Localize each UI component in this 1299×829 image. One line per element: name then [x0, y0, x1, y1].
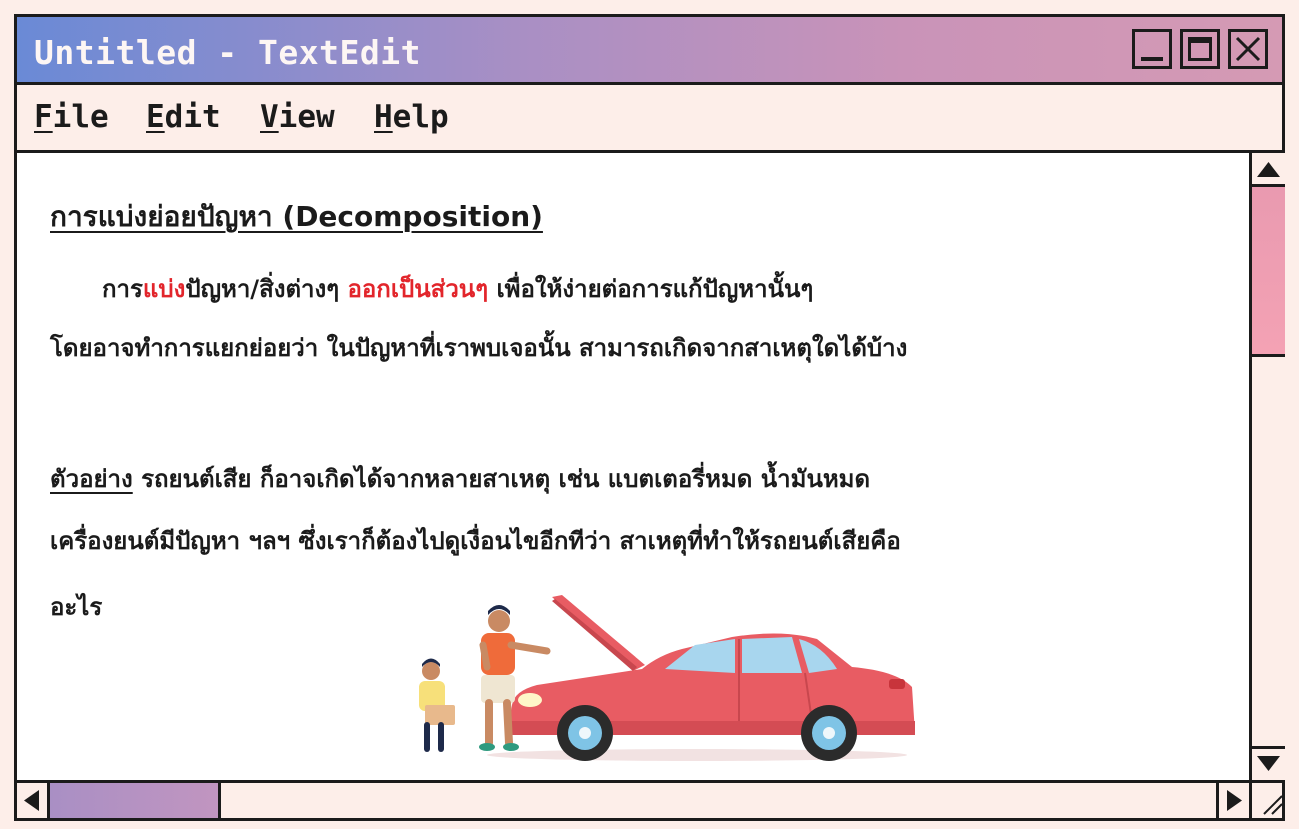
menu-view[interactable]: View — [260, 99, 335, 135]
highlight-into-parts: ออกเป็นส่วนๆ — [347, 275, 489, 303]
close-button[interactable] — [1228, 29, 1268, 69]
scroll-up-button[interactable] — [1252, 153, 1285, 187]
horizontal-scroll-thumb[interactable] — [50, 783, 221, 818]
scroll-left-button[interactable] — [17, 783, 50, 818]
text-segment: การ — [102, 275, 143, 303]
menu-help[interactable]: Help — [374, 99, 449, 135]
paragraph-line-4: เครื่องยนต์มีปัญหา ฯลฯ ซึ่งเราก็ต้องไปดู… — [50, 527, 901, 555]
paragraph-line-5: อะไร — [50, 593, 103, 621]
resize-grip-icon — [1263, 795, 1283, 815]
menu-help-label: elp — [392, 99, 449, 135]
vertical-scroll-thumb[interactable] — [1252, 187, 1285, 357]
text-segment: เพื่อให้ง่ายต่อการแก้ปัญหานั้นๆ — [488, 275, 814, 303]
paragraph-line-1: การแบ่งปัญหา/สิ่งต่างๆ ออกเป็นส่วนๆ เพื่… — [102, 269, 813, 308]
menu-view-label: iew — [278, 99, 335, 135]
maximize-button[interactable] — [1180, 29, 1220, 69]
paragraph-line-2: โดยอาจทำการแยกย่อยว่า ในปัญหาที่เราพบเจอ… — [50, 334, 908, 362]
menu-edit-label: dit — [164, 99, 221, 135]
arrow-down-icon — [1257, 756, 1280, 771]
window-title: Untitled - TextEdit — [34, 33, 421, 72]
menu-file-accelerator: F — [34, 99, 53, 135]
example-label: ตัวอย่าง — [50, 465, 133, 493]
title-bar[interactable]: Untitled - TextEdit — [17, 17, 1282, 85]
menu-view-accelerator: V — [260, 99, 279, 135]
menu-file[interactable]: File — [34, 99, 109, 135]
highlight-divide: แบ่ง — [142, 275, 186, 303]
menu-bar: File Edit View Help — [17, 85, 1282, 153]
text-segment: ปัญหา/สิ่งต่างๆ — [185, 275, 348, 303]
text-segment: รถยนต์เสีย ก็อาจเกิดได้จากหลายสาเหตุ เช่… — [132, 465, 871, 493]
menu-edit-accelerator: E — [146, 99, 165, 135]
scroll-down-button[interactable] — [1252, 746, 1285, 780]
car-repair-illustration — [419, 595, 915, 761]
arrow-left-icon — [24, 790, 39, 811]
vertical-scrollbar[interactable] — [1249, 153, 1285, 780]
resize-grip[interactable] — [1249, 780, 1285, 818]
minimize-button[interactable] — [1132, 29, 1172, 69]
menu-help-accelerator: H — [374, 99, 393, 135]
paragraph-line-3: ตัวอย่าง รถยนต์เสีย ก็อาจเกิดได้จากหลายส… — [50, 459, 870, 498]
scroll-right-button[interactable] — [1216, 783, 1249, 818]
menu-file-label: ile — [52, 99, 109, 135]
document-heading: การแบ่งย่อยปัญหา (Decomposition) — [50, 200, 543, 233]
arrow-up-icon — [1257, 162, 1280, 177]
textedit-window: Untitled - TextEdit File Edit View Help … — [14, 14, 1285, 821]
horizontal-scrollbar[interactable] — [17, 780, 1249, 818]
menu-edit[interactable]: Edit — [146, 99, 221, 135]
close-icon — [1235, 36, 1261, 62]
text-editor-area[interactable]: การแบ่งย่อยปัญหา (Decomposition) การแบ่ง… — [17, 153, 1249, 780]
arrow-right-icon — [1227, 790, 1242, 811]
